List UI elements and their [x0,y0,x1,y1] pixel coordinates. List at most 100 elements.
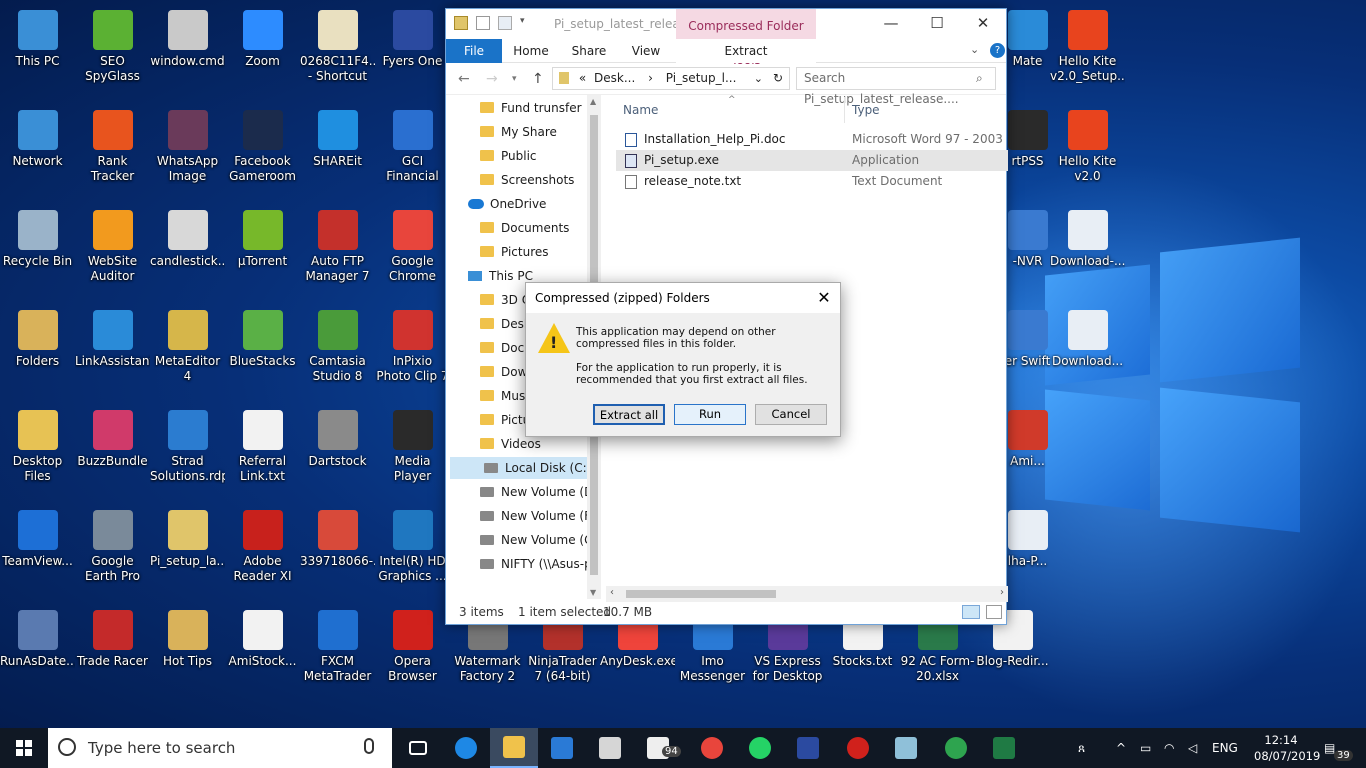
desktop-icon[interactable]: Download-... [1050,204,1125,299]
desktop-icon[interactable]: SEO SpyGlass [75,4,150,99]
paint-icon[interactable] [586,728,634,768]
breadcrumb-desktop[interactable]: Desk... [594,71,635,85]
network-icon[interactable]: ▭ [1140,728,1151,768]
desktop-icon[interactable]: LinkAssistant [75,304,150,399]
opera-icon[interactable] [834,728,882,768]
run-button[interactable]: Run [674,404,746,425]
notes-icon[interactable] [882,728,930,768]
app-taskbar-icon[interactable] [538,728,586,768]
desktop-icon[interactable]: Fyers One [375,4,450,99]
desktop-icon[interactable]: Desktop Files [0,404,75,499]
desktop-icon[interactable]: Media Player Classic [375,404,450,499]
dialog-titlebar[interactable]: Compressed (zipped) Folders ✕ [526,283,840,313]
desktop-icon[interactable]: SHAREit [300,104,375,199]
desktop-icon[interactable]: 339718066-... [300,504,375,599]
explorer-titlebar[interactable]: ▾ Pi_setup_latest_relea... Compressed Fo… [446,9,1006,67]
clock[interactable]: 12:14 08/07/2019 [1254,732,1320,764]
search-input[interactable]: Search Pi_setup_latest_release.... [796,67,996,106]
desktop-icon[interactable]: Opera Browser [375,604,450,699]
ribbon-expand-icon[interactable]: ⌄ [970,43,979,56]
desktop-icon[interactable]: BlueStacks [225,304,300,399]
tab-share[interactable]: Share [564,39,614,63]
action-center-icon[interactable]: ▤ [1324,728,1335,768]
column-header-type[interactable]: Type [852,103,880,117]
excel-icon[interactable] [980,728,1028,768]
desktop-icon[interactable]: This PC [0,4,75,99]
desktop-icon[interactable]: Pi_setup_la... [150,504,225,599]
address-field[interactable]: « Desk... › Pi_setup_l... ⌄ ↻ [552,67,790,90]
nav-item[interactable]: NIFTY (\\Asus-p [446,553,592,575]
nav-item[interactable]: Local Disk (C:) [450,457,591,479]
nav-item[interactable]: Documents [446,217,587,239]
desktop-icon[interactable]: Recycle Bin [0,204,75,299]
up-arrow-icon[interactable]: ↑ [532,71,544,87]
compressed-folder-tools-tab[interactable]: Compressed Folder Tools [676,9,816,67]
start-button[interactable] [0,728,48,768]
desktop-icon[interactable]: Download... [1050,304,1125,399]
recent-locations-icon[interactable]: ▾ [512,74,517,84]
help-icon[interactable]: ? [990,43,1005,58]
large-icons-view-icon[interactable] [986,605,1002,619]
media-player-icon[interactable] [784,728,832,768]
desktop-icon[interactable]: InPixio Photo Clip 7 [375,304,450,399]
back-arrow-icon[interactable]: ← [458,71,470,87]
taskbar-search-input[interactable]: Type here to search [48,728,392,768]
address-dropdown-icon[interactable]: ⌄ [754,68,763,89]
nav-item[interactable]: My Share [446,121,587,143]
mail-icon[interactable]: 94 [634,728,682,768]
desktop-icon[interactable]: MetaEditor 4 [150,304,225,399]
desktop-icon[interactable]: WhatsApp Image 2018... [150,104,225,199]
desktop-icon[interactable]: Intel(R) HD Graphics ... [375,504,450,599]
desktop-icon[interactable]: AmiStock... [225,604,300,699]
tab-view[interactable]: View [621,39,671,63]
desktop-icon[interactable]: Zoom [225,4,300,99]
cancel-button[interactable]: Cancel [755,404,827,425]
nav-item[interactable]: Screenshots [446,169,587,191]
desktop-icon[interactable]: Auto FTP Manager 7 [300,204,375,299]
refresh-icon[interactable]: ↻ [773,68,783,89]
file-row[interactable]: Installation_Help_Pi.doc Microsoft Word … [616,129,1008,167]
desktop-icon[interactable]: candlestick... [150,204,225,299]
desktop-icon[interactable]: Referral Link.txt [225,404,300,499]
desktop-icon[interactable]: Hello Kite v2.0 [1050,104,1125,199]
desktop-icon[interactable]: Facebook Gameroom [225,104,300,199]
desktop-icon[interactable]: Google Chrome [375,204,450,299]
zip-folder-icon[interactable] [454,16,468,30]
chevron-down-icon[interactable]: ▾ [520,16,528,30]
chrome-icon[interactable] [688,728,736,768]
nav-item[interactable]: Pictures [446,241,587,263]
close-button[interactable]: ✕ [960,9,1006,39]
task-view-icon[interactable] [394,728,442,768]
desktop-icon[interactable]: WebSite Auditor [75,204,150,299]
desktop-icon[interactable]: FXCM MetaTrader 4 [300,604,375,699]
edge-icon[interactable] [442,728,490,768]
desktop-icon[interactable]: window.cmd [150,4,225,99]
dialog-close-button[interactable]: ✕ [808,283,840,313]
pi-app-icon[interactable] [932,728,980,768]
desktop-icon[interactable]: GCI Financial MetaTrader 4 [375,104,450,199]
desktop-icon[interactable]: RunAsDate... [0,604,75,699]
nav-item[interactable]: OneDrive [446,193,587,215]
nav-item[interactable]: New Volume (F:) [446,505,599,527]
extract-all-button[interactable]: Extract all [593,404,665,425]
whatsapp-icon[interactable] [736,728,784,768]
nav-item[interactable]: Public [446,145,587,167]
file-row[interactable]: release_note.txt Text Document [616,171,1008,192]
compressed-folder-warning-dialog[interactable]: Compressed (zipped) Folders ✕ ! This app… [525,282,841,437]
desktop-icon[interactable]: Dartstock [300,404,375,499]
minimize-button[interactable]: — [868,9,914,39]
desktop-icon[interactable]: Strad Solutions.rdp [150,404,225,499]
desktop-icon[interactable]: Hot Tips [150,604,225,699]
show-hidden-icons-icon[interactable]: ^ [1116,728,1126,768]
desktop-icon[interactable]: Adobe Reader XI [225,504,300,599]
tab-file[interactable]: File [446,39,502,63]
nav-item[interactable]: Fund trunsfer [446,97,587,119]
desktop-icon[interactable]: 0268C11F4... - Shortcut [300,4,375,99]
tab-home[interactable]: Home [506,39,556,63]
volume-icon[interactable]: ◁ [1188,728,1197,768]
nav-item[interactable]: New Volume (D: [446,481,597,503]
new-folder-icon[interactable] [498,16,512,30]
nav-item[interactable]: New Volume (G: [446,529,597,551]
desktop-icon[interactable]: Folders [0,304,75,399]
maximize-button[interactable]: ☐ [914,9,960,39]
